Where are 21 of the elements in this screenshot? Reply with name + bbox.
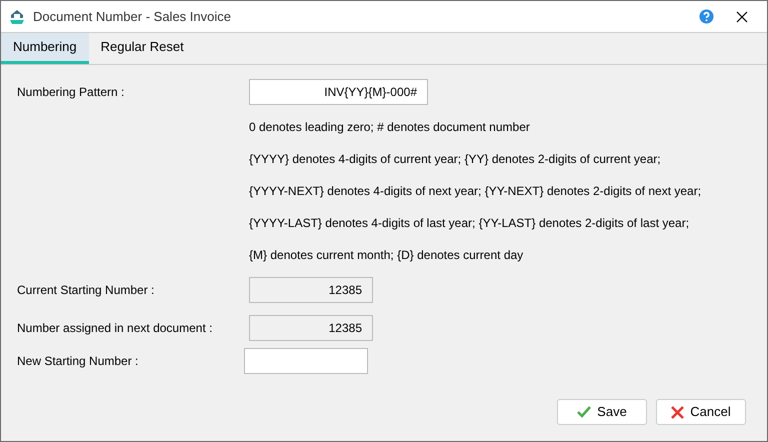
tab[interactable]: Regular Reset [88, 33, 196, 64]
help-text: 0 denotes leading zero; # denotes document number [249, 119, 531, 136]
window-title: Document Number - Sales Invoice [33, 8, 232, 26]
check-icon [577, 406, 592, 418]
close-icon[interactable] [736, 10, 748, 22]
app-logo-icon [9, 8, 25, 24]
cancel-button[interactable]: Cancel [656, 399, 746, 425]
help-text: {YYYY-LAST} denotes 4-digits of last year; {YY-LAST} denotes 2-digits of last year; [249, 215, 690, 232]
tab[interactable]: Numbering [1, 33, 89, 64]
x-icon [671, 406, 684, 418]
help-icon[interactable] [699, 9, 714, 24]
field-label: Current Starting Number : [17, 282, 156, 299]
field-label: New Starting Number : [17, 353, 140, 370]
save-button[interactable]: Save [557, 399, 647, 425]
field-label: Number assigned in next document : [17, 320, 214, 337]
field-label: Numbering Pattern : [17, 84, 126, 101]
help-text: {M} denotes current month; {D} denotes current day [249, 247, 524, 264]
help-text: {YYYY-NEXT} denotes 4-digits of next year; {YY-NEXT} denotes 2-digits of next year; [249, 183, 702, 200]
pattern-field[interactable]: INV{YY}{M}-000# [249, 79, 428, 105]
number-field[interactable] [244, 348, 368, 374]
help-text: {YYYY} denotes 4-digits of current year; {YY} denotes 2-digits of current year; [249, 151, 662, 168]
